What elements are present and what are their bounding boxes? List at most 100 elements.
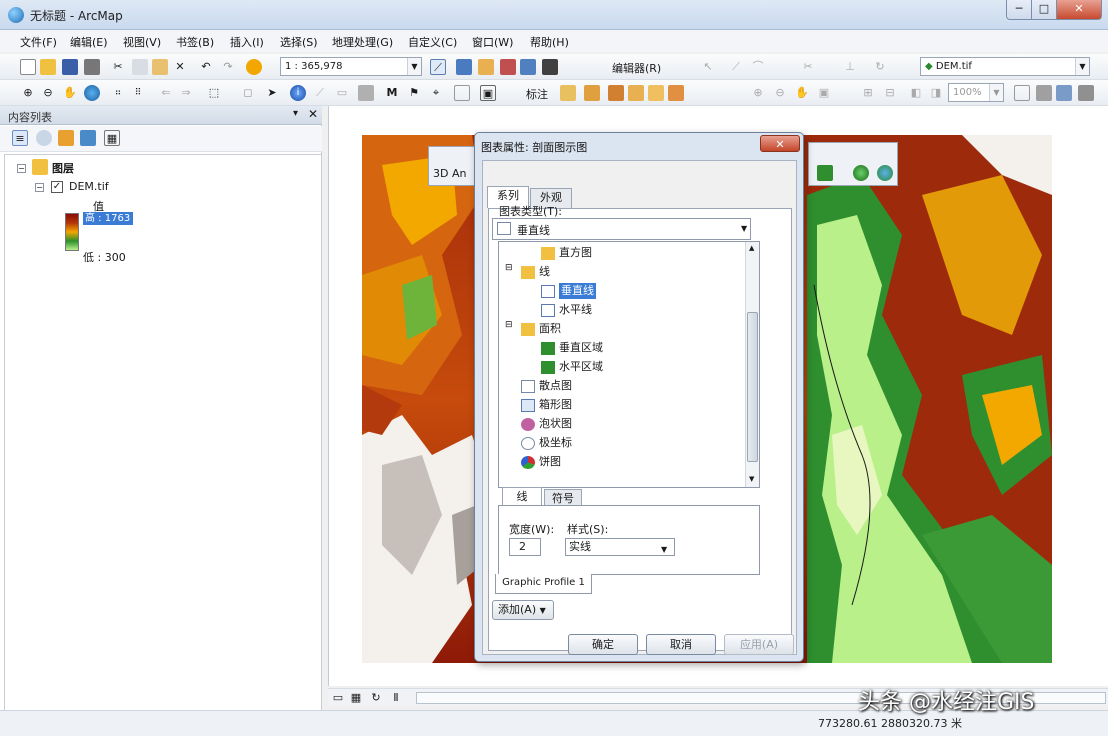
pause-drawing-icon[interactable]: Ⅱ <box>388 690 404 706</box>
layout-pan-icon[interactable]: ✋ <box>794 85 810 101</box>
tree-vertical-scrollbar[interactable]: ▲ ▼ <box>745 242 759 487</box>
python-window-icon[interactable] <box>542 59 558 75</box>
tree-item-pie[interactable]: 饼图 <box>539 454 561 470</box>
toggle-draft-mode-icon[interactable] <box>1014 85 1030 101</box>
layer-combo[interactable]: ◆ DEM.tif ▼ <box>920 57 1090 76</box>
map-scale-combo[interactable]: 1 : 365,978 ▼ <box>280 57 422 76</box>
layout-view-icon[interactable]: ▦ <box>348 690 364 706</box>
new-document-icon[interactable] <box>20 59 36 75</box>
editor-menu-label[interactable]: 编辑器(R) <box>612 60 661 76</box>
tree-item-line[interactable]: 线 <box>539 264 550 280</box>
tree-item-polar[interactable]: 极坐标 <box>539 435 572 451</box>
menu-file[interactable]: 文件(F) <box>20 34 57 50</box>
zoom-in-icon[interactable]: ⊕ <box>20 85 36 101</box>
print-icon[interactable] <box>84 59 100 75</box>
menu-edit[interactable]: 编辑(E) <box>70 34 108 50</box>
editor-toolbar-icon[interactable]: ⟋ <box>430 59 446 75</box>
refresh-icon[interactable]: ↻ <box>368 690 384 706</box>
menu-windows[interactable]: 窗口(W) <box>472 34 513 50</box>
label-manager-icon[interactable] <box>560 85 576 101</box>
list-by-visibility-icon[interactable] <box>58 130 74 146</box>
find-route-icon[interactable]: ⚑ <box>406 85 422 101</box>
select-elements-icon[interactable]: ➤ <box>264 85 280 101</box>
layout-forward-icon[interactable]: ◨ <box>928 85 944 101</box>
apply-button[interactable]: 应用(A) <box>724 634 794 655</box>
paste-icon[interactable] <box>152 59 168 75</box>
root-layer-label[interactable]: 图层 <box>52 160 74 176</box>
hyperlink-icon[interactable]: ⟋ <box>312 85 328 101</box>
profile-graph-icon[interactable] <box>817 165 833 181</box>
line-style-combo[interactable]: 实线 ▼ <box>565 538 675 556</box>
layout-back-icon[interactable]: ◧ <box>908 85 924 101</box>
color-ramp-swatch[interactable] <box>65 213 79 251</box>
lock-labels-icon[interactable] <box>628 85 644 101</box>
cancel-button[interactable]: 取消 <box>646 634 716 655</box>
add-data-icon[interactable] <box>246 59 262 75</box>
toc-options-icon[interactable]: ▦ <box>104 130 120 146</box>
chart-type-combo[interactable]: 垂直线 ▼ <box>492 218 751 240</box>
list-by-drawing-order-icon[interactable]: ≡ <box>12 130 28 146</box>
toc-window-icon[interactable] <box>456 59 472 75</box>
legend-high-label[interactable]: 高 : 1763 <box>83 212 133 225</box>
cut-icon[interactable]: ✂ <box>110 59 126 75</box>
arctoolbox-icon[interactable] <box>520 59 536 75</box>
find-icon[interactable]: M <box>384 85 400 101</box>
delete-icon[interactable]: ✕ <box>172 59 188 75</box>
save-icon[interactable] <box>62 59 78 75</box>
layout-zoom-in-icon[interactable]: ⊕ <box>750 85 766 101</box>
zoom-out-icon[interactable]: ⊖ <box>40 85 56 101</box>
profile-graph-toolbar[interactable] <box>808 142 898 186</box>
label-options-icon[interactable] <box>668 85 684 101</box>
menu-geoprocessing[interactable]: 地理处理(G) <box>332 34 393 50</box>
tree-item-vertical-line[interactable]: 垂直线 <box>559 283 596 299</box>
tree-item-box-plot[interactable]: 箱形图 <box>539 397 572 413</box>
add-series-button[interactable]: 添加(A) ▼ <box>492 600 554 620</box>
scroll-up-icon[interactable]: ▲ <box>749 244 754 252</box>
menu-view[interactable]: 视图(V) <box>123 34 161 50</box>
undo-icon[interactable]: ↶ <box>198 59 214 75</box>
identify-icon[interactable]: i <box>290 85 306 101</box>
data-driven-pages-icon[interactable] <box>1078 85 1094 101</box>
html-popup-icon[interactable]: ▭ <box>334 85 350 101</box>
maximize-button[interactable]: □ <box>1031 0 1057 20</box>
catalog-window-icon[interactable] <box>478 59 494 75</box>
tree-item-horizontal-line[interactable]: 水平线 <box>559 302 592 318</box>
label-weight-icon[interactable] <box>608 85 624 101</box>
list-by-source-icon[interactable] <box>36 130 52 146</box>
tree-item-histogram[interactable]: 直方图 <box>559 245 592 261</box>
scroll-thumb[interactable] <box>747 312 758 462</box>
go-forward-icon[interactable]: ⇒ <box>178 85 194 101</box>
layout-fixed-zoom-out-icon[interactable]: ⊟ <box>882 85 898 101</box>
time-slider-icon[interactable] <box>454 85 470 101</box>
fixed-zoom-out-icon[interactable]: ⠿ <box>130 85 146 101</box>
layout-fixed-zoom-icon[interactable]: ⊞ <box>860 85 876 101</box>
menu-help[interactable]: 帮助(H) <box>530 34 569 50</box>
go-to-xy-icon[interactable]: ⌖ <box>428 85 444 101</box>
collapse-icon[interactable]: − <box>17 164 26 173</box>
ok-button[interactable]: 确定 <box>568 634 638 655</box>
chart-type-tree[interactable]: 直方图 ⊟ 线 垂直线 水平线 ⊟ 面积 垂直区域 水平区域 散点图 箱形图 泡… <box>498 241 760 488</box>
layer-visibility-checkbox[interactable]: ✓ <box>51 181 63 193</box>
close-button[interactable]: ✕ <box>1056 0 1102 20</box>
dialog-close-button[interactable]: ✕ <box>760 135 800 152</box>
pan-icon[interactable]: ✋ <box>62 85 78 101</box>
select-features-icon[interactable]: ⬚ <box>206 85 222 101</box>
subtab-symbol[interactable]: 符号 <box>544 489 582 506</box>
collapse-icon[interactable]: − <box>35 183 44 192</box>
full-extent-icon[interactable] <box>84 85 100 101</box>
tree-item-scatter[interactable]: 散点图 <box>539 378 572 394</box>
change-layout-icon[interactable] <box>1056 85 1072 101</box>
list-by-selection-icon[interactable] <box>80 130 96 146</box>
menu-selection[interactable]: 选择(S) <box>280 34 318 50</box>
subtab-line[interactable]: 线 <box>502 487 542 506</box>
menu-insert[interactable]: 插入(I) <box>230 34 264 50</box>
copy-icon[interactable] <box>132 59 148 75</box>
line-width-spinner[interactable]: 2 <box>509 538 541 556</box>
menu-bookmarks[interactable]: 书签(B) <box>176 34 214 50</box>
data-view-icon[interactable]: ▭ <box>330 690 346 706</box>
scroll-down-icon[interactable]: ▼ <box>749 475 754 483</box>
tree-item-horizontal-area[interactable]: 水平区域 <box>559 359 603 375</box>
search-window-icon[interactable] <box>500 59 516 75</box>
layout-full-extent-icon[interactable]: ▣ <box>816 85 832 101</box>
layer-name[interactable]: DEM.tif <box>69 180 109 193</box>
